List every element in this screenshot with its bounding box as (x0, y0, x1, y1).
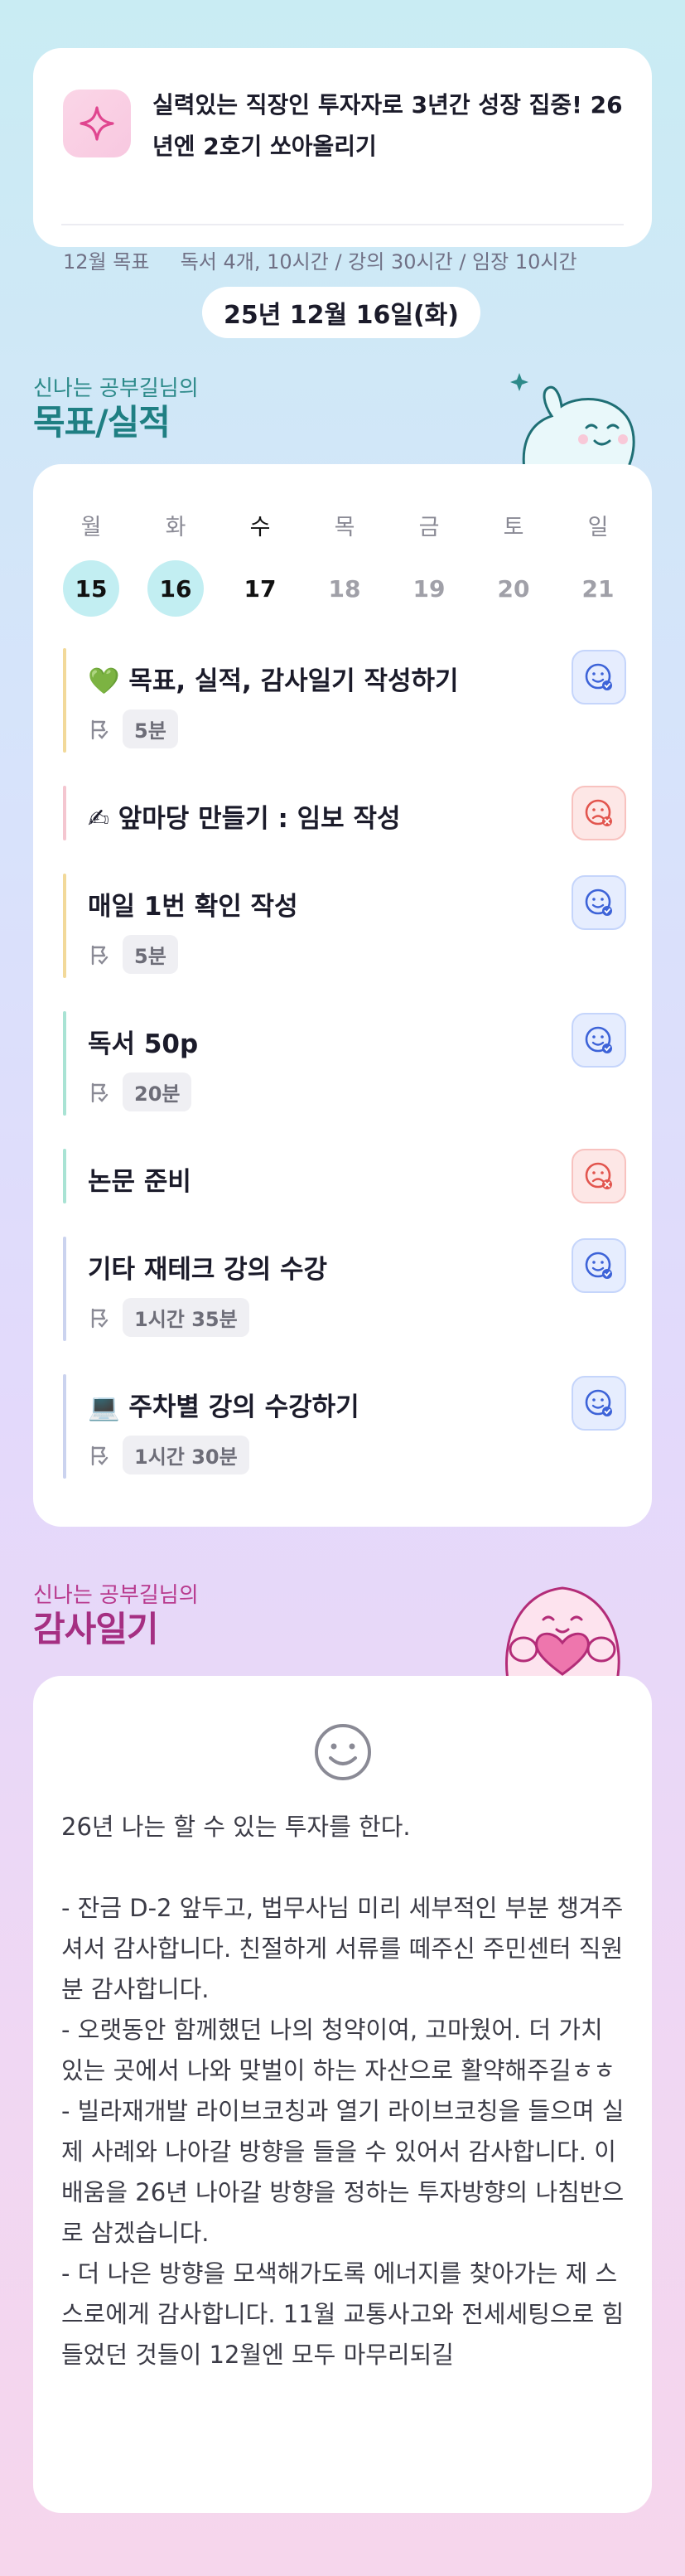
goal-divider (61, 224, 624, 225)
goal-card[interactable]: 실력있는 직장인 투자자로 3년간 성장 집중! 26년엔 2호기 쏘아올리기 … (33, 48, 652, 274)
flag-icon (91, 719, 109, 739)
success-status-button[interactable] (572, 650, 626, 705)
diary-section-title: 감사일기 (33, 1609, 159, 1649)
task-time: 1시간 35분 (88, 1298, 249, 1337)
heart-mascot-icon (505, 1586, 620, 1676)
flag-icon (91, 1445, 109, 1465)
task-title: ✍ 앞마당 만들기 : 임보 작성 (88, 804, 401, 834)
target-reading: 독서 4개, 10시간 (180, 250, 329, 274)
task-bar (63, 1237, 66, 1341)
day-label: 목 (334, 515, 355, 540)
day-fri[interactable]: 금 19 (401, 509, 457, 617)
target-lecture: 강의 30시간 (348, 250, 453, 274)
day-number: 17 (244, 574, 277, 603)
flag-icon (91, 945, 109, 965)
time-chip: 5분 (123, 935, 178, 974)
date-pill[interactable]: 25년 12월 16일(화) (202, 287, 480, 338)
day-number: 19 (412, 574, 446, 603)
sad-x-icon (585, 1162, 612, 1189)
monthly-targets: 12월 목표 독서 4개, 10시간 / 강의 30시간 / 임장 10시간 (63, 250, 577, 274)
success-status-button[interactable] (572, 875, 626, 930)
smile-check-icon (585, 889, 612, 916)
day-label: 금 (418, 515, 440, 540)
task-item[interactable]: 논문 준비 (63, 1149, 626, 1203)
day-label: 수 (249, 515, 271, 540)
task-bar (63, 786, 66, 840)
task-bar (63, 1011, 66, 1116)
day-label: 화 (165, 515, 186, 540)
flag-icon (91, 1082, 109, 1102)
day-thu[interactable]: 목 18 (316, 509, 373, 617)
task-time: 1시간 30분 (88, 1436, 249, 1474)
task-time: 5분 (88, 935, 178, 974)
task-title: 💻 주차별 강의 수강하기 (88, 1392, 359, 1422)
day-label: 월 (80, 515, 102, 540)
target-site-visit: 임장 10시간 (472, 250, 577, 274)
task-item[interactable]: 독서 50p 20분 (63, 1011, 626, 1116)
day-label: 일 (587, 515, 609, 540)
sparkle-icon (63, 90, 131, 157)
task-bar (63, 874, 66, 978)
day-tue[interactable]: 화 16 (147, 509, 204, 617)
waving-mascot-icon (510, 373, 635, 474)
day-number: 18 (328, 574, 361, 603)
flag-icon (91, 1308, 109, 1328)
day-sun[interactable]: 일 21 (570, 509, 626, 617)
task-title: 독서 50p (88, 1029, 199, 1059)
time-chip: 20분 (123, 1073, 192, 1111)
time-chip: 1시간 30분 (123, 1436, 249, 1474)
task-time: 5분 (88, 709, 178, 748)
day-wed[interactable]: 수 17 (232, 509, 288, 617)
task-bar (63, 648, 66, 753)
fail-status-button[interactable] (572, 786, 626, 840)
diary-card[interactable]: 26년 나는 할 수 있는 투자를 한다. - 잔금 D-2 앞두고, 법무사님… (33, 1676, 652, 2513)
smile-check-icon (585, 1252, 612, 1279)
task-item[interactable]: 매일 1번 확인 작성 5분 (63, 874, 626, 978)
task-item[interactable]: ✍ 앞마당 만들기 : 임보 작성 (63, 786, 626, 840)
success-status-button[interactable] (572, 1376, 626, 1431)
task-item[interactable]: 기타 재테크 강의 수강 1시간 35분 (63, 1237, 626, 1341)
task-item[interactable]: 💚 목표, 실적, 감사일기 작성하기 5분 (63, 648, 626, 753)
task-title: 💚 목표, 실적, 감사일기 작성하기 (88, 666, 459, 696)
task-title: 논문 준비 (88, 1167, 191, 1197)
diary-text: 26년 나는 할 수 있는 투자를 한다. - 잔금 D-2 앞두고, 법무사님… (61, 1813, 625, 2369)
task-time: 20분 (88, 1073, 192, 1111)
goal-title: 실력있는 직장인 투자자로 3년간 성장 집중! 26년엔 2호기 쏘아올리기 (152, 91, 623, 160)
fail-status-button[interactable] (572, 1149, 626, 1203)
day-number: 21 (581, 574, 615, 603)
day-mon[interactable]: 월 15 (63, 509, 119, 617)
tasks-card: 월 15 화 16 수 17 목 18 금 19 토 20 일 21 💚 목표,… (33, 464, 652, 1527)
success-status-button[interactable] (572, 1013, 626, 1068)
targets-section-title: 목표/실적 (33, 402, 171, 443)
success-status-button[interactable] (572, 1238, 626, 1293)
day-number: 16 (147, 560, 204, 617)
time-chip: 1시간 35분 (123, 1298, 249, 1337)
month-label: 12월 목표 (63, 250, 150, 274)
time-chip: 5분 (123, 709, 178, 748)
task-title: 기타 재테크 강의 수강 (88, 1255, 328, 1285)
day-sat[interactable]: 토 20 (485, 509, 542, 617)
smile-check-icon (585, 1026, 612, 1053)
task-title: 매일 1번 확인 작성 (88, 892, 298, 922)
smile-icon (315, 1724, 371, 1780)
smile-check-icon (585, 1389, 612, 1416)
task-bar (63, 1374, 66, 1479)
smile-check-icon (585, 663, 612, 690)
day-number: 20 (497, 574, 530, 603)
day-label: 토 (503, 515, 524, 540)
day-number: 15 (63, 560, 119, 617)
task-bar (63, 1149, 66, 1203)
task-item[interactable]: 💻 주차별 강의 수강하기 1시간 30분 (63, 1374, 626, 1479)
sad-x-icon (585, 799, 612, 826)
